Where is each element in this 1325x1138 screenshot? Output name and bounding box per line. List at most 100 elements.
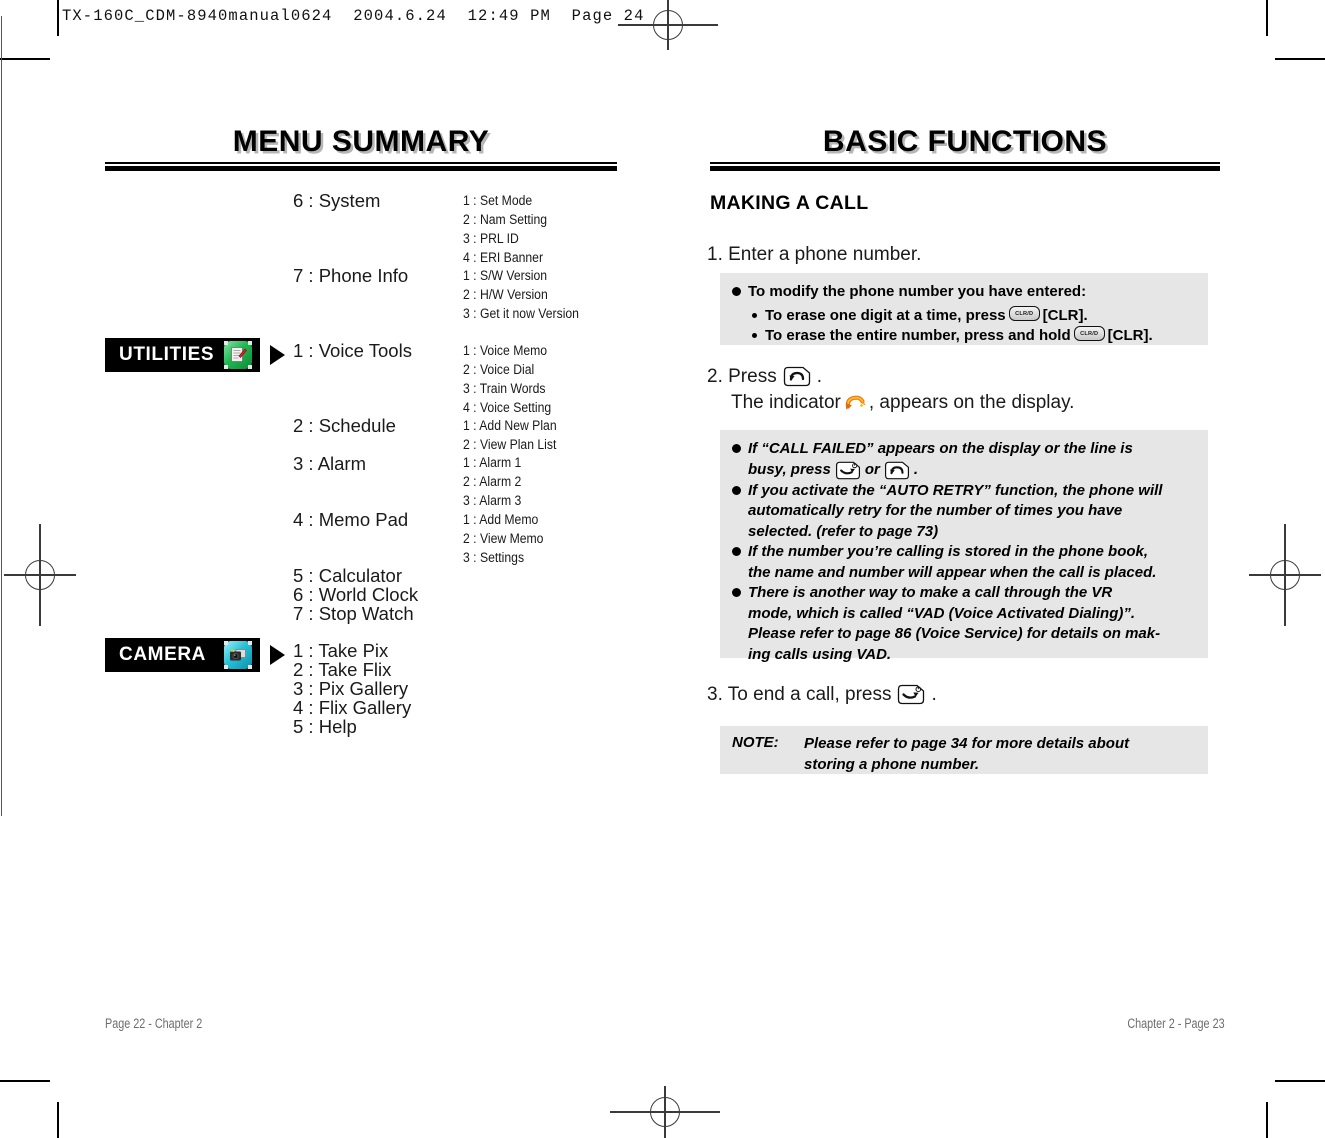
- triangle-pointer-icon: [270, 645, 285, 665]
- menu-item-sub: 2 : View Memo: [463, 531, 544, 547]
- menu-item-sub: 1 : Add New Plan: [463, 418, 557, 434]
- note-text: mode, which is called “VAD (Voice Activa…: [748, 604, 1136, 622]
- clr-key-icon: CLR/D: [1073, 326, 1105, 341]
- step-2-text-pre: 2. Press: [707, 365, 777, 387]
- menu-item-sub: 1 : Set Mode: [463, 193, 533, 209]
- triangle-pointer-icon: [270, 345, 285, 365]
- menu-item-sub: 4 : ERI Banner: [463, 250, 544, 266]
- send-key-icon: [782, 365, 812, 388]
- bullet-icon: [752, 333, 757, 338]
- note-bullet-line: To erase the entire number, press and ho…: [732, 326, 1196, 347]
- bullet-icon: [732, 547, 741, 556]
- banner-rule-thick: [710, 166, 1220, 171]
- menu-item-sub: 1 : Alarm 1: [463, 455, 522, 471]
- banner-rule-thick: [105, 166, 617, 171]
- step-3-text-post: .: [931, 683, 937, 705]
- banner-rule-thin: [105, 162, 617, 164]
- page-left: MENU SUMMARY 6 : System 1 : Set Mode 2 :…: [0, 0, 662, 1138]
- basic-functions-banner: BASIC FUNCTIONS: [710, 125, 1220, 171]
- note-text: If the number you’re calling is stored i…: [748, 543, 1149, 560]
- bullet-icon: [732, 588, 741, 597]
- menu-item-sub: 2 : View Plan List: [463, 437, 557, 453]
- menu-item-main: 1 : Voice Tools: [293, 340, 412, 361]
- menu-item-sub: 3 : PRL ID: [463, 231, 519, 247]
- note-text: ing calls using VAD.: [748, 645, 892, 663]
- note-text-post: [CLR].: [1107, 327, 1153, 344]
- send-key-icon: [883, 460, 911, 481]
- page-right: BASIC FUNCTIONS MAKING A CALL 1. Enter a…: [662, 0, 1325, 1138]
- step-2-text-post: .: [816, 365, 822, 387]
- menu-item-main: 4 : Memo Pad: [293, 509, 409, 530]
- end-key-icon: [896, 683, 926, 706]
- step-2-line2-pre: The indicator: [731, 392, 841, 413]
- note-line: selected. (refer to page 73): [732, 522, 1196, 543]
- menu-item-sub: 3 : Train Words: [463, 381, 546, 397]
- note-line: mode, which is called “VAD (Voice Activa…: [732, 604, 1196, 625]
- end-key-icon: [834, 460, 862, 481]
- note-text: If “CALL FAILED” appears on the display …: [748, 440, 1133, 457]
- note-text-pre: To erase the entire number, press and ho…: [765, 327, 1071, 344]
- menu-item-main: 5 : Help: [293, 716, 357, 737]
- note-text: Please refer to page 34 for more details…: [804, 735, 1130, 752]
- menu-summary-title: MENU SUMMARY: [232, 125, 490, 158]
- menu-item-main: 3 : Alarm: [293, 453, 366, 474]
- note-line-with-keys: busy, press or .: [732, 460, 1196, 481]
- footer-left: Page 22 - Chapter 2: [105, 1016, 203, 1031]
- bullet-icon: [732, 287, 741, 296]
- menu-item-main: 6 : System: [293, 190, 381, 211]
- menu-item-sub: 3 : Get it now Version: [463, 306, 579, 322]
- note-heading-line: To modify the phone number you have ente…: [732, 282, 1196, 303]
- note-line: If “CALL FAILED” appears on the display …: [732, 439, 1196, 460]
- footer-right: Chapter 2 - Page 23: [1127, 1016, 1225, 1031]
- note-box-storing-number: NOTE: Please refer to page 34 for more d…: [720, 726, 1208, 774]
- menu-item-sub: 3 : Settings: [463, 550, 525, 566]
- note-bullet-line: To erase one digit at a time, press CLR/…: [732, 305, 1196, 327]
- note-text: automatically retry for the number of ti…: [748, 502, 1123, 519]
- step-2: 2. Press .: [707, 365, 822, 388]
- step-1: 1. Enter a phone number.: [707, 244, 921, 266]
- note-box-modify-number: To modify the phone number you have ente…: [720, 273, 1208, 345]
- note-text: busy, press: [748, 460, 831, 478]
- menu-summary-banner: MENU SUMMARY: [105, 125, 617, 171]
- category-badge-label: CAMERA: [119, 644, 206, 665]
- category-badge-label: UTILITIES: [119, 344, 215, 365]
- bullet-icon: [752, 312, 757, 318]
- note-line: There is another way to make a call thro…: [732, 583, 1196, 604]
- notepad-icon: [224, 341, 253, 369]
- note-text: the name and number will appear when the…: [748, 563, 1157, 581]
- clr-key-icon: CLR/D: [1008, 305, 1040, 321]
- step-3: 3. To end a call, press .: [707, 683, 937, 706]
- menu-item-sub: 1 : Add Memo: [463, 512, 539, 528]
- section-subheading: MAKING A CALL: [710, 192, 869, 214]
- note-text-pre: To erase one digit at a time, press: [765, 306, 1006, 324]
- menu-item-sub: 2 : H/W Version: [463, 287, 548, 303]
- menu-item-main: 7 : Stop Watch: [293, 603, 414, 624]
- note-text: or: [864, 460, 880, 478]
- step-2-line2-post: , appears on the display.: [868, 392, 1075, 413]
- note-text: There is another way to make a call thro…: [748, 584, 1113, 601]
- note-line: If the number you’re calling is stored i…: [732, 542, 1196, 563]
- menu-item-sub: 3 : Alarm 3: [463, 493, 522, 509]
- menu-item-sub: 1 : Voice Memo: [463, 343, 548, 359]
- menu-item-sub: 4 : Voice Setting: [463, 400, 552, 416]
- banner-rule-thin: [710, 162, 1220, 164]
- menu-item-sub: 2 : Alarm 2: [463, 474, 522, 490]
- bullet-icon: [732, 444, 741, 453]
- menu-item-sub: 1 : S/W Version: [463, 268, 548, 284]
- note-line: the name and number will appear when the…: [732, 563, 1196, 584]
- note-text: storing a phone number.: [804, 755, 980, 773]
- note-box-call-tips: If “CALL FAILED” appears on the display …: [720, 430, 1208, 663]
- category-badge-utilities[interactable]: UTILITIES: [105, 338, 260, 372]
- category-badge-camera[interactable]: CAMERA: [105, 638, 260, 672]
- basic-functions-title: BASIC FUNCTIONS: [822, 125, 1108, 158]
- note-line: If you activate the “AUTO RETRY” functio…: [732, 481, 1196, 502]
- note-text: selected. (refer to page 73): [748, 522, 939, 540]
- note-text: .: [913, 460, 918, 478]
- call-indicator-icon: [844, 393, 866, 413]
- note-text: If you activate the “AUTO RETRY” functio…: [748, 481, 1163, 499]
- menu-item-main: 2 : Schedule: [293, 415, 396, 436]
- note-text: Please refer to page 86 (Voice Service) …: [748, 625, 1161, 642]
- camera-icon: [224, 641, 252, 669]
- bullet-icon: [732, 485, 741, 495]
- note-line: ing calls using VAD.: [732, 645, 1196, 666]
